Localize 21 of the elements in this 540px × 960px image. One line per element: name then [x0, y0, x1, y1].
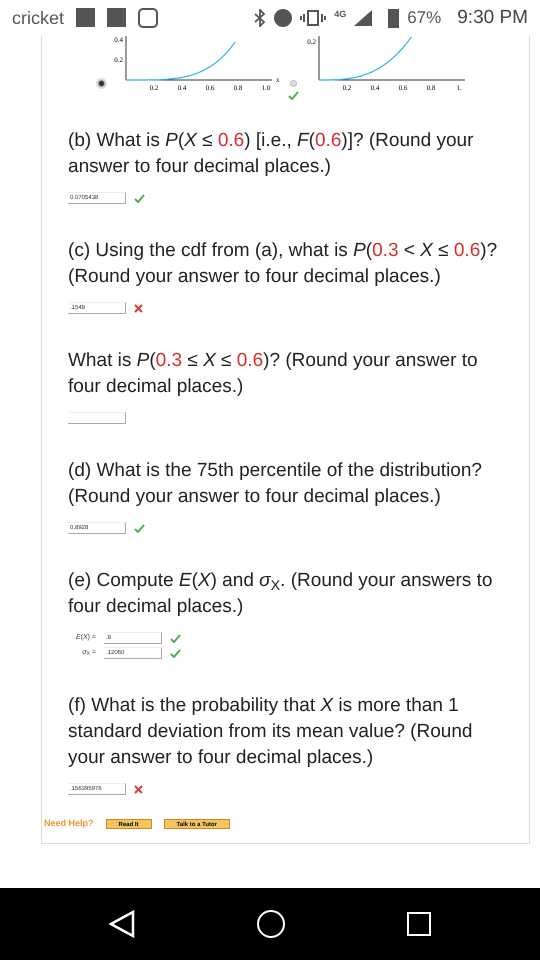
bluetooth-icon — [254, 9, 266, 27]
answer-field[interactable] — [68, 412, 126, 424]
radio-button[interactable] — [98, 80, 105, 87]
battery-level: 67% — [407, 7, 442, 30]
vibrate-icon — [300, 10, 326, 26]
carrier-name: cricket — [12, 6, 64, 30]
signal-icon — [354, 10, 372, 26]
back-icon[interactable] — [109, 910, 135, 938]
recents-icon[interactable] — [407, 912, 431, 936]
question-text: (c) Using the cdf from (a), what is P(0.3 < X ≤ 0.6)? (Round your answer to four decimal places.) — [68, 239, 498, 289]
help-label: Need Help? — [44, 817, 94, 830]
question-text: (d) What is the 75th percentile of the distribution? (Round your answer to four decimal places.) — [68, 459, 484, 509]
home-icon[interactable] — [257, 910, 285, 938]
question-text: What is P(0.3 ≤ X ≤ 0.6)? (Round your answer to four decimal places.) — [68, 349, 479, 399]
battery-icon — [388, 8, 400, 28]
question-text: (b) What is P(X ≤ 0.6) [i.e., F(0.6)]? (Round your answer to four decimal places.) — [68, 129, 474, 179]
question-text: (f) What is the probability that X is more than 1 standard deviation from its mean value? (Round your answer to four decimal places.) — [68, 694, 474, 770]
network-type: 4G — [334, 8, 346, 21]
question-text: (e) Compute E(X) and σ$_{X}$. (Round your answers to four decimal places.) — [68, 569, 494, 619]
clock-time: 9:30 PM — [457, 6, 528, 30]
radio-button[interactable] — [290, 80, 297, 87]
